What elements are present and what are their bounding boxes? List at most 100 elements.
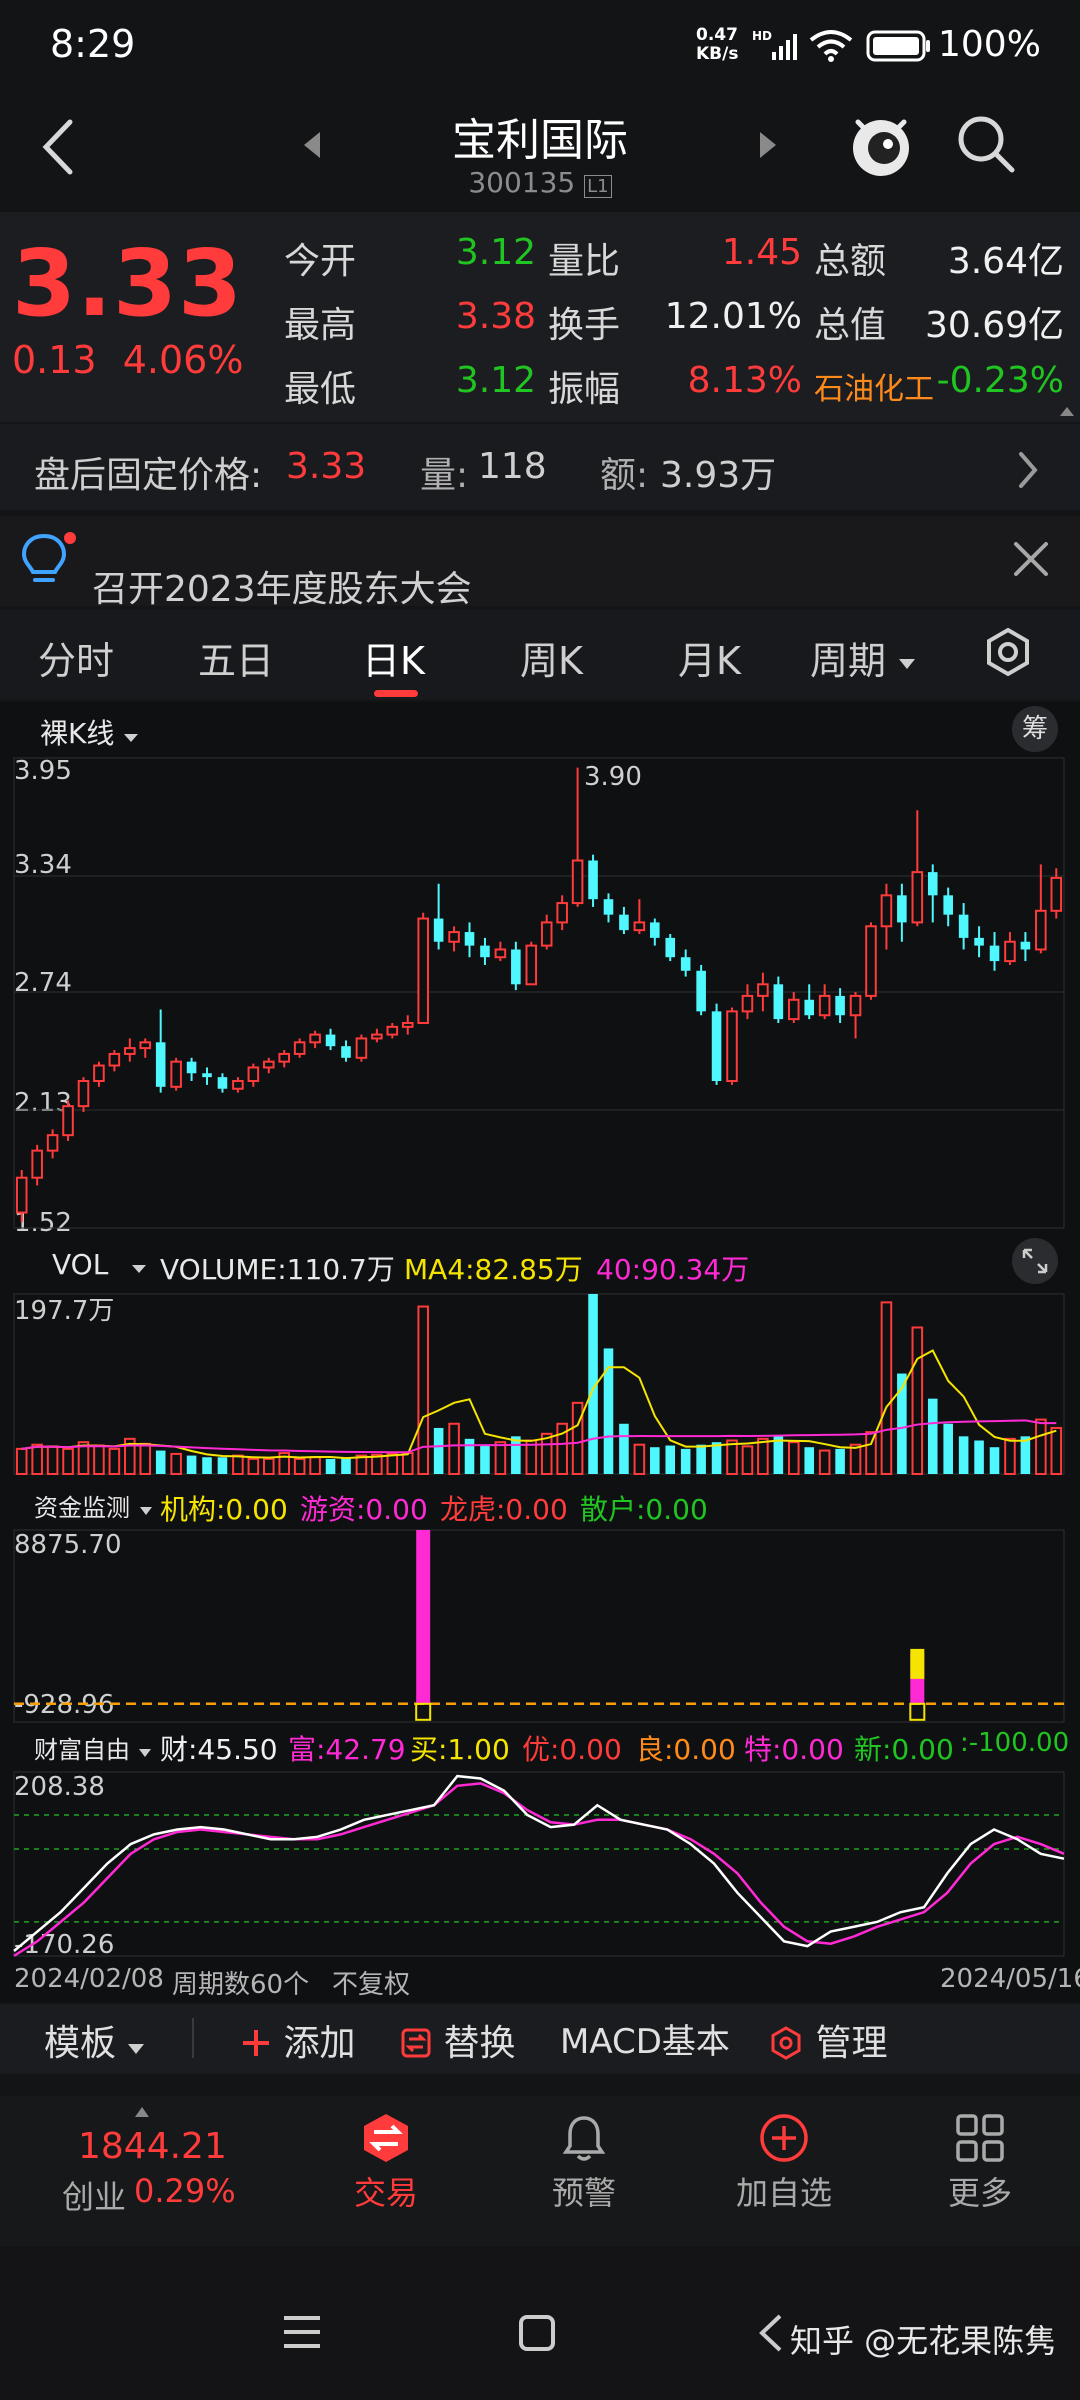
candle-body xyxy=(680,957,691,971)
index-change[interactable]: 0.29% xyxy=(134,2172,236,2210)
nav-alert[interactable]: 预警 xyxy=(534,2112,634,2214)
volume-bar xyxy=(480,1444,490,1474)
tab-five-day[interactable]: 五日 xyxy=(198,630,274,685)
volume-chart[interactable] xyxy=(0,1288,1080,1478)
nav-more[interactable]: 更多 xyxy=(930,2112,1030,2214)
candle-body xyxy=(540,921,553,947)
candle-body xyxy=(1020,941,1031,950)
candle-body xyxy=(448,931,460,943)
expand-chart-button[interactable] xyxy=(1012,1238,1058,1284)
sector-name[interactable]: 石油化工 xyxy=(814,364,934,408)
candle-body xyxy=(341,1046,351,1058)
quote-value-amplitude: 8.13% xyxy=(687,360,802,401)
hexagon-settings-icon xyxy=(771,2026,801,2060)
candle-body xyxy=(571,859,584,905)
stock-code-value: 300135 xyxy=(468,166,576,199)
status-bar: 8:29 0.47 KB/s HD 100% xyxy=(0,0,1080,90)
quote-label-low: 最低 xyxy=(284,369,357,410)
expand-arrow-icon[interactable] xyxy=(1058,404,1076,418)
search-icon[interactable] xyxy=(954,112,1018,176)
candle-body xyxy=(217,1077,228,1089)
candle-body xyxy=(155,1042,166,1087)
caret-down-icon xyxy=(128,2044,145,2054)
wealth-chart[interactable] xyxy=(0,1768,1080,1960)
wealth-selector[interactable]: 财富自由 xyxy=(34,1730,152,1765)
fund-youzi: 游资:0.00 xyxy=(300,1493,428,1526)
volume-bar xyxy=(927,1398,938,1474)
chevron-right-icon[interactable] xyxy=(1016,450,1040,490)
fund-monitor-selector[interactable]: 资金监测 xyxy=(34,1488,153,1523)
after-hours-label: 盘后固定价格: xyxy=(34,455,263,496)
volume-indicator-selector[interactable]: VOL xyxy=(52,1248,147,1281)
chevron-left-icon[interactable] xyxy=(38,118,78,176)
replace-indicator-button[interactable]: 替换 xyxy=(400,2014,515,2066)
volume-bar xyxy=(202,1457,212,1474)
candle-body xyxy=(15,1176,28,1214)
volume-name: VOL xyxy=(52,1248,109,1281)
fund-sanhu: 散户:0.00 xyxy=(580,1493,708,1526)
tab-monthly-k[interactable]: 月K xyxy=(678,630,741,685)
fund-monitor-chart[interactable] xyxy=(0,1526,1080,1726)
candle-body xyxy=(757,983,769,997)
candle-body xyxy=(804,999,815,1016)
chart-adjust: 不复权 xyxy=(332,1970,411,2000)
wealth-fu-line xyxy=(13,1782,1065,1957)
candle-body xyxy=(633,921,646,932)
candle-body xyxy=(417,917,429,1024)
tab-weekly-k[interactable]: 周K xyxy=(520,630,583,685)
candle-body xyxy=(927,872,938,896)
manage-indicator-button[interactable]: 管理 xyxy=(768,2014,887,2066)
chart-end-date: 2024/05/16 xyxy=(940,1964,1080,1994)
battery-icon xyxy=(866,30,930,62)
after-hours-vol-label: 量: xyxy=(420,455,469,496)
volume-bar xyxy=(540,1432,553,1475)
fund-bar-base xyxy=(909,1702,926,1721)
candle-body xyxy=(401,1021,414,1028)
chip-distribution-button[interactable]: 筹 xyxy=(1012,706,1058,752)
fund-bar xyxy=(416,1530,431,1704)
volume-bar xyxy=(818,1449,831,1475)
back-icon[interactable] xyxy=(756,2312,784,2354)
hexagon-settings-icon[interactable] xyxy=(982,626,1034,678)
wealth-te: 特:0.00 xyxy=(744,1733,844,1766)
menu-icon[interactable] xyxy=(282,2314,322,2350)
close-icon[interactable] xyxy=(1012,540,1050,578)
bell-icon xyxy=(562,2116,606,2161)
quote-label-amplitude: 振幅 xyxy=(548,369,621,410)
triangle-left-icon[interactable] xyxy=(300,130,324,160)
notice-text[interactable]: 召开2023年度股东大会 xyxy=(92,560,472,612)
kline-chart[interactable] xyxy=(0,748,1080,1238)
add-indicator-button[interactable]: 添加 xyxy=(240,2014,355,2066)
tab-minute[interactable]: 分时 xyxy=(38,630,114,685)
after-hours-price: 3.33 xyxy=(286,446,367,487)
fund-bar-highlight xyxy=(910,1648,925,1679)
nav-add-watch[interactable]: 加自选 xyxy=(724,2112,844,2214)
macd-basic-button[interactable]: MACD基本 xyxy=(560,2014,730,2063)
kline-mode-selector[interactable]: 裸K线 xyxy=(40,712,139,752)
volume-bar xyxy=(711,1442,722,1474)
wifi-icon xyxy=(809,30,853,62)
tab-daily-k[interactable]: 日K xyxy=(362,630,425,685)
volume-bar xyxy=(341,1457,351,1474)
replace-label: 替换 xyxy=(443,2023,516,2064)
index-value[interactable]: 1844.21 xyxy=(78,2126,227,2167)
expand-icon xyxy=(1022,1248,1048,1274)
candle-body xyxy=(202,1073,212,1078)
triangle-right-icon[interactable] xyxy=(756,130,780,160)
nav-trade[interactable]: 交易 xyxy=(336,2112,436,2214)
home-icon[interactable] xyxy=(518,2314,556,2352)
sector-change[interactable]: -0.23% xyxy=(934,360,1064,401)
change-value: 0.13 xyxy=(12,338,97,382)
tab-period[interactable]: 周期 xyxy=(810,630,916,685)
index-name[interactable]: 创业 xyxy=(62,2172,126,2218)
quote-label-turnover: 换手 xyxy=(548,305,621,346)
nav-trade-label: 交易 xyxy=(353,2174,418,2212)
mascot-icon[interactable] xyxy=(846,108,916,180)
candle-body xyxy=(371,1033,383,1040)
template-button[interactable]: 模板 xyxy=(44,2014,145,2066)
candle-body xyxy=(247,1066,260,1083)
candle-body xyxy=(124,1047,136,1055)
volume-bar xyxy=(974,1440,984,1474)
candle-body xyxy=(433,918,444,942)
nav-alert-label: 预警 xyxy=(551,2174,616,2212)
